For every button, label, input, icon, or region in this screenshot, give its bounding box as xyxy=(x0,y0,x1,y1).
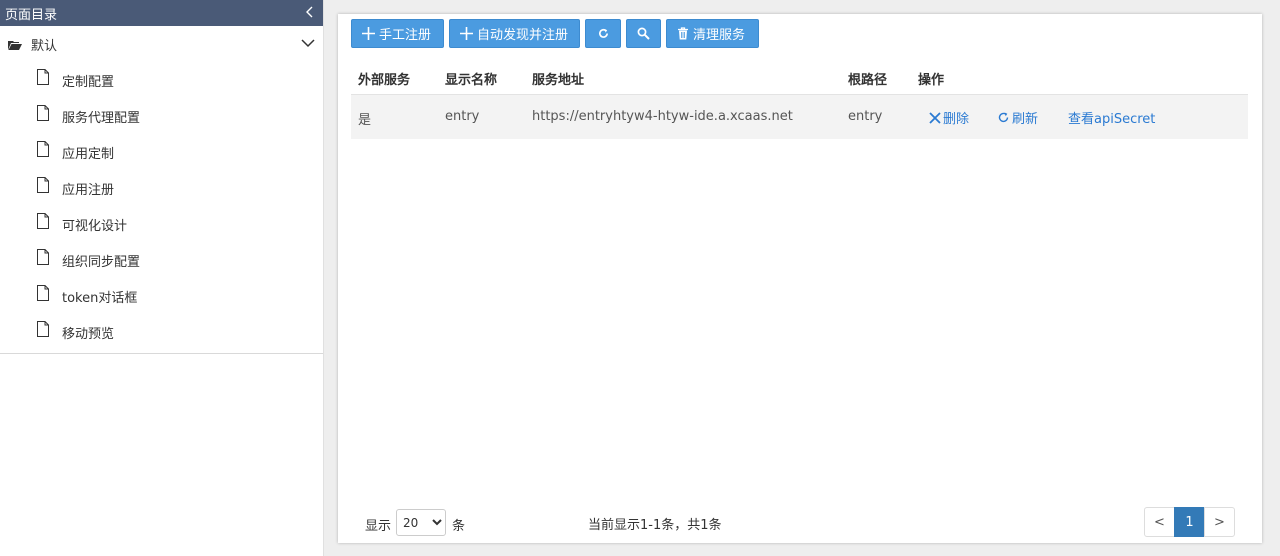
page-directory-sidebar: 页面目录 默认 定制配置 服务代理配置 应用定制 应用注册 可视化设计 组织同步… xyxy=(0,0,324,556)
tree-item-visual-design[interactable]: 可视化设计 xyxy=(0,206,323,242)
manual-register-button[interactable]: 手工注册 xyxy=(351,19,444,48)
column-header-address[interactable]: 服务地址 xyxy=(532,69,584,88)
column-header-actions: 操作 xyxy=(918,73,945,88)
file-icon xyxy=(37,285,49,301)
column-header-root-path[interactable]: 根路径 xyxy=(848,69,887,88)
cell-root-path: entry xyxy=(848,109,883,124)
file-icon xyxy=(37,213,49,229)
pagination: < 1 > xyxy=(1144,507,1235,537)
chevron-down-icon[interactable] xyxy=(301,37,315,52)
refresh-icon xyxy=(598,28,608,38)
tree-item-label: 定制配置 xyxy=(62,74,115,90)
collapse-sidebar-icon[interactable] xyxy=(305,6,315,21)
refresh-icon xyxy=(998,112,1009,123)
page-size-label: 显示 xyxy=(365,519,392,534)
record-summary: 当前显示1-1条，共1条 xyxy=(588,518,722,533)
tree-item-service-proxy-config[interactable]: 服务代理配置 xyxy=(0,98,323,134)
tree-item-app-registration[interactable]: 应用注册 xyxy=(0,170,323,206)
tree-item-label: token对话框 xyxy=(62,290,138,306)
services-table: 外部服务 显示名称 服务地址 根路径 操作 是 entry https://en… xyxy=(351,57,1248,139)
tree-item-token-dialog[interactable]: token对话框 xyxy=(0,278,323,314)
table-header: 外部服务 显示名称 服务地址 根路径 操作 xyxy=(351,57,1248,95)
tree-item-label: 可视化设计 xyxy=(62,218,128,234)
page-button-current[interactable]: 1 xyxy=(1174,507,1205,537)
plus-icon xyxy=(460,27,473,40)
cell-external: 是 xyxy=(358,113,372,128)
panel-content: 手工注册 自动发现并注册 清理服务 外部服务 显示名称 服务地址 根路径 操作 … xyxy=(351,14,1248,543)
search-button[interactable] xyxy=(626,19,661,48)
sidebar-header: 页面目录 xyxy=(0,0,323,26)
sidebar-title: 页面目录 xyxy=(5,7,58,23)
view-api-secret-link[interactable]: 查看apiSecret xyxy=(1068,108,1155,127)
folder-open-icon xyxy=(8,39,22,50)
tree-item-label: 移动预览 xyxy=(62,326,115,342)
column-header-display-name[interactable]: 显示名称 xyxy=(445,69,497,88)
tree-group-label: 默认 xyxy=(31,38,58,54)
refresh-link[interactable]: 刷新 xyxy=(997,108,1038,127)
file-icon xyxy=(37,69,49,85)
tree-item-label: 应用注册 xyxy=(62,182,115,198)
clear-services-button[interactable]: 清理服务 xyxy=(666,19,759,48)
file-icon xyxy=(37,177,49,193)
delete-link[interactable]: 删除 xyxy=(929,108,969,127)
file-icon xyxy=(37,321,49,337)
page-tree: 默认 定制配置 服务代理配置 应用定制 应用注册 可视化设计 组织同步配置 to… xyxy=(0,26,323,354)
tree-item-label: 应用定制 xyxy=(62,146,115,162)
tree-item-label: 服务代理配置 xyxy=(62,110,141,126)
page-size-unit: 条 xyxy=(452,519,466,534)
file-icon xyxy=(37,141,49,157)
cell-address: https://entryhtyw4-htyw-ide.a.xcaas.net xyxy=(532,109,793,124)
search-icon xyxy=(637,27,650,40)
tree-group-default[interactable]: 默认 xyxy=(0,26,323,62)
table-row[interactable]: 是 entry https://entryhtyw4-htyw-ide.a.xc… xyxy=(351,95,1248,139)
file-icon xyxy=(37,105,49,121)
trash-icon xyxy=(678,27,688,40)
next-page-button[interactable]: > xyxy=(1204,507,1235,537)
tree-item-app-customization[interactable]: 应用定制 xyxy=(0,134,323,170)
column-header-external[interactable]: 外部服务 xyxy=(358,69,410,88)
refresh-button[interactable] xyxy=(585,19,621,48)
tree-item-custom-config[interactable]: 定制配置 xyxy=(0,62,323,98)
tree-item-mobile-preview[interactable]: 移动预览 xyxy=(0,314,323,350)
plus-icon xyxy=(362,27,375,40)
file-icon xyxy=(37,249,49,265)
cell-display-name: entry xyxy=(445,109,480,124)
tree-item-org-sync-config[interactable]: 组织同步配置 xyxy=(0,242,323,278)
close-icon xyxy=(929,111,941,124)
page-size-select[interactable]: 20 xyxy=(396,509,446,536)
tree-item-label: 组织同步配置 xyxy=(62,254,141,270)
prev-page-button[interactable]: < xyxy=(1144,507,1175,537)
auto-discover-register-button[interactable]: 自动发现并注册 xyxy=(449,19,580,48)
table-footer: 显示 20 条 当前显示1-1条，共1条 < 1 > xyxy=(351,501,1248,541)
service-registration-panel: 手工注册 自动发现并注册 清理服务 外部服务 显示名称 服务地址 根路径 操作 … xyxy=(338,14,1262,543)
toolbar: 手工注册 自动发现并注册 清理服务 xyxy=(351,19,764,48)
